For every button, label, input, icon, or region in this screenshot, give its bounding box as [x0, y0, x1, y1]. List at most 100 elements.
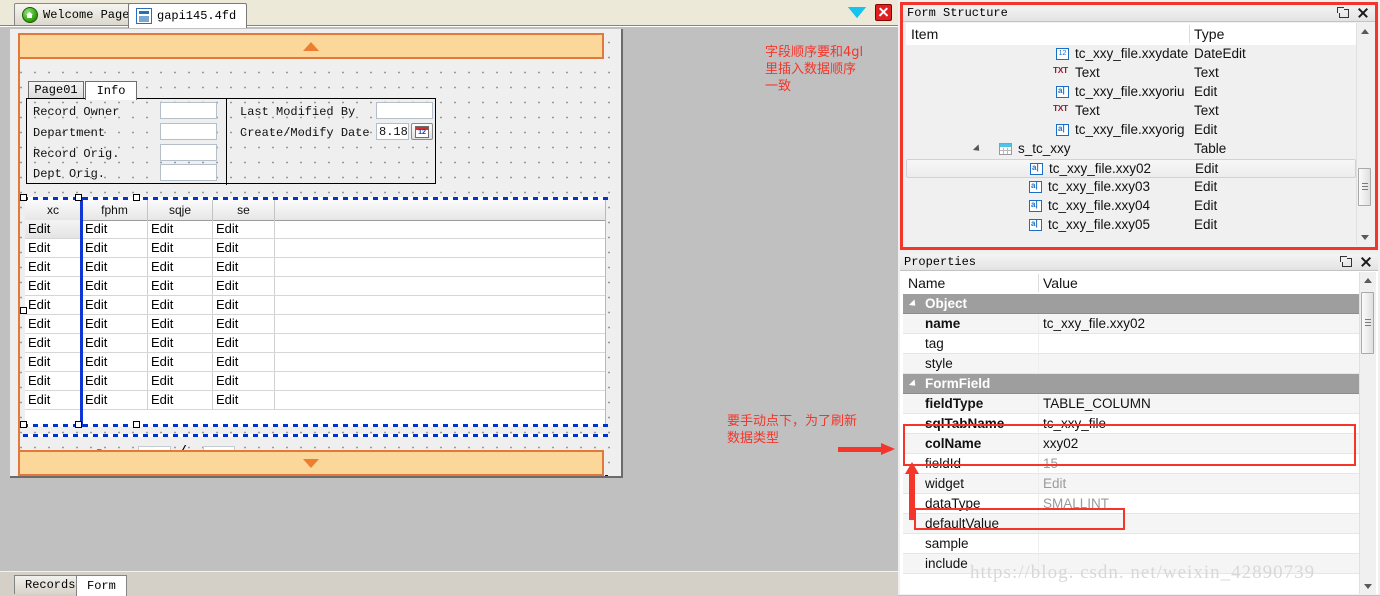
property-row[interactable]: tag — [903, 334, 1359, 354]
column-header-name[interactable]: Name — [908, 275, 945, 291]
grid-cell[interactable]: Edit — [82, 239, 148, 257]
grid-cell[interactable]: Edit — [25, 334, 82, 352]
data-grid-widget[interactable]: xc fphm sqje se Edit Edit Edit Edit Edit Edit… — [20, 194, 608, 428]
property-row[interactable]: dataType SMALLINT — [903, 494, 1359, 514]
table-row[interactable]: Edit Edit Edit Edit — [25, 315, 605, 334]
resize-handle-nw[interactable] — [20, 194, 27, 201]
form-footer-band[interactable] — [18, 450, 604, 476]
expander-icon[interactable] — [908, 299, 919, 309]
tree-row[interactable]: tc_xxy_file.xxyorig Edit — [906, 121, 1356, 140]
grid-cell[interactable]: Edit — [148, 220, 213, 238]
field-record-owner[interactable] — [160, 102, 217, 119]
grid-cell[interactable]: Edit — [148, 239, 213, 257]
grid-cell[interactable]: Edit — [25, 258, 82, 276]
float-panel-icon[interactable] — [1337, 6, 1349, 18]
grid-cell[interactable]: Edit — [82, 296, 148, 314]
close-icon[interactable] — [875, 4, 892, 21]
tab-welcome-page[interactable]: Welcome Page — [14, 3, 141, 26]
property-row[interactable]: fieldId 15 — [903, 454, 1359, 474]
scroll-down-button[interactable] — [1360, 578, 1376, 594]
scroll-thumb[interactable] — [1358, 168, 1371, 206]
tab-form[interactable]: Form — [76, 575, 127, 596]
grid-cell[interactable]: Edit — [213, 220, 275, 238]
grid-cell[interactable]: Edit — [25, 220, 82, 238]
resize-handle-n1[interactable] — [75, 194, 82, 201]
grid-cell[interactable]: Edit — [148, 258, 213, 276]
field-create-modify-date[interactable]: 8.18 — [376, 123, 409, 140]
data-grid[interactable]: xc fphm sqje se Edit Edit Edit Edit Edit Edit… — [25, 200, 606, 424]
grid-cell[interactable]: Edit — [82, 315, 148, 333]
resize-handle-w[interactable] — [20, 307, 27, 314]
grid-cell[interactable]: Edit — [25, 391, 82, 409]
property-row[interactable]: include — [903, 554, 1359, 574]
grid-cell[interactable]: Edit — [213, 239, 275, 257]
column-header-item[interactable]: Item — [911, 26, 938, 42]
tree-row[interactable]: tc_xxy_file.xxy03 Edit — [906, 178, 1356, 197]
property-value[interactable]: SMALLINT — [1043, 496, 1109, 511]
property-row[interactable]: name tc_xxy_file.xxy02 — [903, 314, 1359, 334]
tree-row[interactable]: s_tc_xxy Table — [906, 140, 1356, 159]
field-dept-orig[interactable] — [160, 164, 217, 181]
grid-header-sqje[interactable]: sqje — [148, 200, 213, 220]
expander-icon[interactable] — [972, 144, 983, 154]
grid-cell[interactable]: Edit — [148, 372, 213, 390]
property-row[interactable]: style — [903, 354, 1359, 374]
form-structure-tree[interactable]: tc_xxy_file.xxydateDateEditTextTexttc_xx… — [906, 45, 1356, 244]
grid-cell[interactable]: Edit — [25, 277, 82, 295]
resize-handle-s1[interactable] — [75, 421, 82, 428]
calendar-button[interactable] — [411, 123, 433, 140]
grid-cell[interactable]: Edit — [213, 258, 275, 276]
grid-column-splitter[interactable] — [80, 197, 83, 427]
property-group-row[interactable]: Object — [903, 294, 1359, 314]
table-row[interactable]: Edit Edit Edit Edit — [25, 258, 605, 277]
table-row[interactable]: Edit Edit Edit Edit — [25, 277, 605, 296]
table-row[interactable]: Edit Edit Edit Edit — [25, 220, 605, 239]
grid-cell[interactable]: Edit — [148, 391, 213, 409]
property-row[interactable]: widget Edit — [903, 474, 1359, 494]
grid-cell[interactable]: Edit — [82, 372, 148, 390]
property-group-row[interactable]: FormField — [903, 374, 1359, 394]
grid-cell[interactable]: Edit — [213, 315, 275, 333]
tree-row[interactable]: Text Text — [906, 102, 1356, 121]
grid-cell[interactable]: Edit — [82, 334, 148, 352]
resize-handle-sw[interactable] — [20, 421, 27, 428]
page-tab-info[interactable]: Info — [85, 81, 137, 100]
close-panel-icon[interactable] — [1360, 257, 1371, 268]
property-value[interactable]: xxy02 — [1043, 436, 1078, 451]
grid-header-xc[interactable]: xc — [25, 200, 82, 220]
grid-cell[interactable]: Edit — [25, 296, 82, 314]
property-row[interactable]: fieldType TABLE_COLUMN — [903, 394, 1359, 414]
resize-handle-n2[interactable] — [133, 194, 140, 201]
grid-cell[interactable]: Edit — [25, 372, 82, 390]
property-value[interactable]: Edit — [1043, 476, 1066, 491]
scroll-down-button[interactable] — [1357, 229, 1373, 245]
tree-row[interactable]: tc_xxy_file.xxy04 Edit — [906, 197, 1356, 216]
grid-cell[interactable]: Edit — [148, 353, 213, 371]
tree-row[interactable]: tc_xxy_file.xxydate DateEdit — [906, 45, 1356, 64]
scroll-up-button[interactable] — [1357, 23, 1373, 39]
table-row[interactable]: Edit Edit Edit Edit — [25, 239, 605, 258]
grid-cell[interactable]: Edit — [82, 258, 148, 276]
grid-cell[interactable]: Edit — [148, 315, 213, 333]
property-value[interactable]: tc_xxy_file — [1043, 416, 1106, 431]
grid-cell[interactable]: Edit — [82, 220, 148, 238]
grid-cell[interactable]: Edit — [25, 353, 82, 371]
field-record-orig[interactable] — [160, 144, 217, 161]
grid-cell[interactable]: Edit — [82, 353, 148, 371]
properties-rows[interactable]: Object name tc_xxy_file.xxy02 tag style FormF… — [903, 294, 1359, 594]
grid-cell[interactable]: Edit — [213, 277, 275, 295]
grid-cell[interactable]: Edit — [213, 353, 275, 371]
table-row[interactable]: Edit Edit Edit Edit — [25, 334, 605, 353]
expander-icon[interactable] — [908, 379, 919, 389]
table-row[interactable]: Edit Edit Edit Edit — [25, 391, 605, 410]
grid-header-fphm[interactable]: fphm — [82, 200, 148, 220]
tree-row[interactable]: tc_xxy_file.xxy02 Edit — [906, 159, 1356, 178]
table-row[interactable]: Edit Edit Edit Edit — [25, 353, 605, 372]
grid-cell[interactable]: Edit — [213, 296, 275, 314]
form-header-band[interactable] — [18, 33, 604, 59]
grid-cell[interactable]: Edit — [25, 239, 82, 257]
page-tab-page01[interactable]: Page01 — [28, 81, 84, 98]
field-last-modified-by[interactable] — [376, 102, 433, 119]
grid-cell[interactable]: Edit — [82, 277, 148, 295]
property-row[interactable]: defaultValue — [903, 514, 1359, 534]
